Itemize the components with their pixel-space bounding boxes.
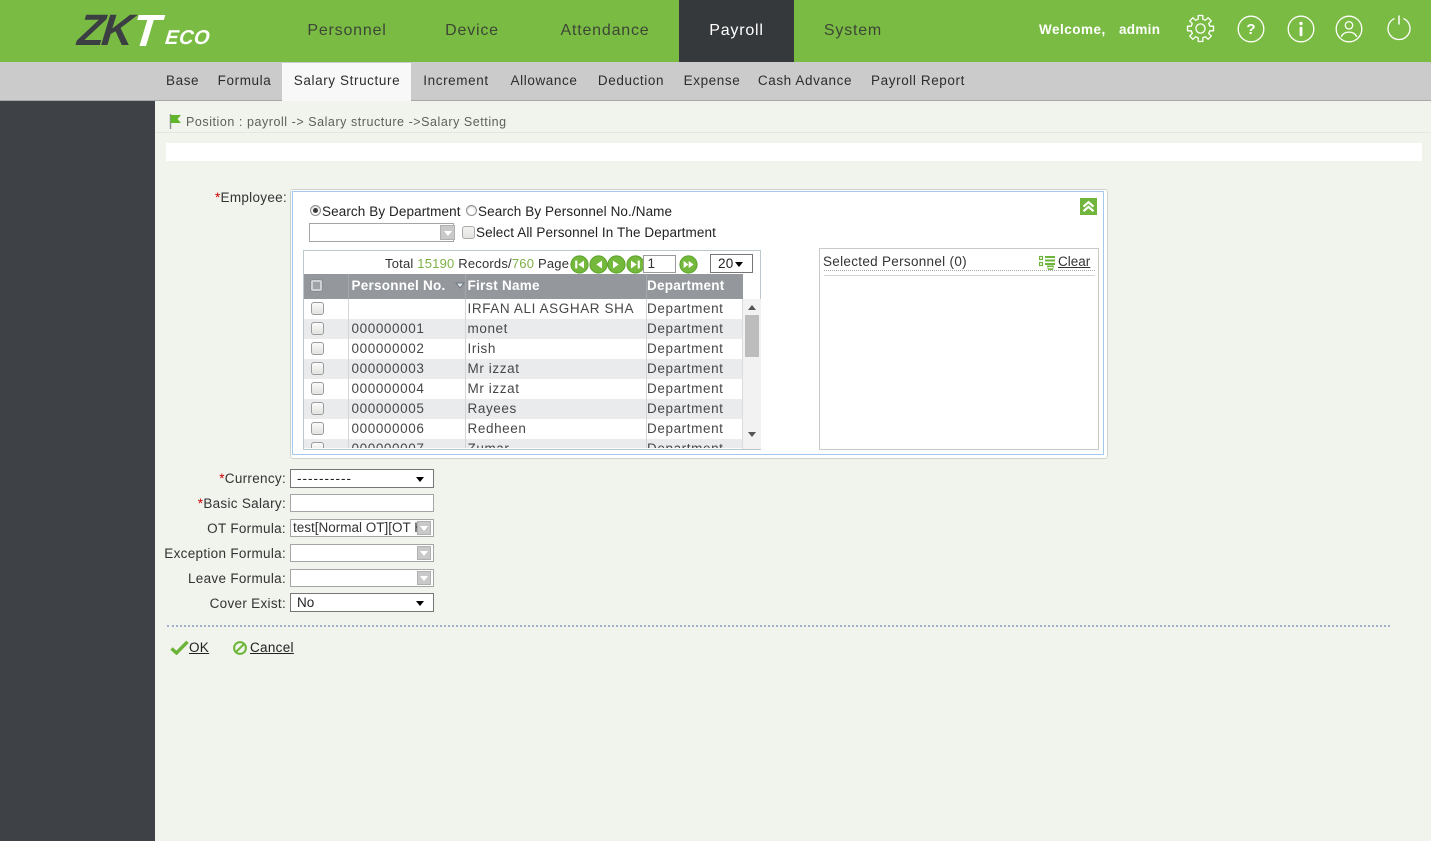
svg-text:?: ? — [1246, 21, 1255, 38]
